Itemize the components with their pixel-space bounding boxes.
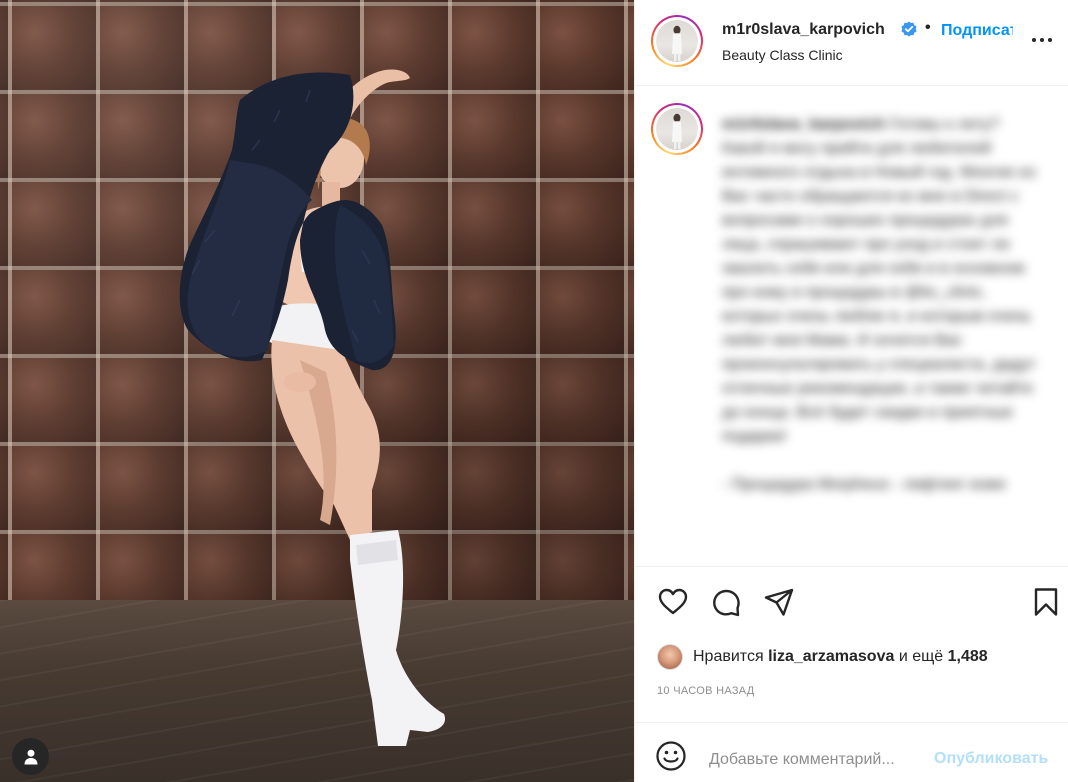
heart-icon[interactable] xyxy=(657,586,689,618)
post-timestamp[interactable]: 10 часов назад xyxy=(657,685,755,697)
avatar-figure xyxy=(672,113,682,149)
separator-dot: • xyxy=(925,19,931,36)
user-icon xyxy=(24,749,37,764)
likes-summary: Нравится liza_arzamasova и ещё 1,488 xyxy=(657,644,988,670)
author-username[interactable]: m1r0slava_karpovich xyxy=(722,21,885,39)
post-photo[interactable] xyxy=(0,0,634,782)
avatar-figure xyxy=(672,25,682,61)
follow-button[interactable]: Подписаться xyxy=(941,22,1013,40)
tagged-users-button[interactable] xyxy=(12,738,49,775)
post-location[interactable]: Beauty Class Clinic xyxy=(722,47,843,63)
caption-author-avatar[interactable] xyxy=(651,103,703,155)
caption-paragraph-2: - Процедура Morpheus - лифтинг кожи xyxy=(722,476,1006,493)
post-header: m1r0slava_karpovich • Подписаться Beauty… xyxy=(635,0,1068,86)
caption-text-blurred: m1r0slava_karpovich Готовы к лету? Какой… xyxy=(722,113,1044,521)
liker-avatar[interactable] xyxy=(657,644,683,670)
model-figure xyxy=(179,69,446,746)
liker-username[interactable]: liza_arzamasova xyxy=(768,648,894,666)
verified-badge-icon xyxy=(901,21,917,37)
bookmark-icon[interactable] xyxy=(1030,586,1062,618)
more-options-icon[interactable] xyxy=(1027,28,1057,52)
caption-username[interactable]: m1r0slava_karpovich xyxy=(722,116,885,133)
comment-input[interactable] xyxy=(709,743,931,777)
publish-button[interactable]: Опубликовать xyxy=(934,750,1048,768)
caption-section: m1r0slava_karpovich Готовы к лету? Какой… xyxy=(635,87,1068,567)
author-avatar[interactable] xyxy=(651,15,703,67)
action-bar xyxy=(635,582,1068,622)
likes-count[interactable]: 1,488 xyxy=(948,648,988,666)
post-details-panel: m1r0slava_karpovich • Подписаться Beauty… xyxy=(634,0,1068,782)
caption-paragraph-1: Готовы к лету? Какой я могу прийти для л… xyxy=(722,116,1036,445)
share-icon[interactable] xyxy=(763,586,795,618)
comment-bar: Опубликовать xyxy=(635,722,1068,782)
comment-icon[interactable] xyxy=(710,586,742,618)
likes-middle: и ещё xyxy=(898,648,944,665)
emoji-icon[interactable] xyxy=(655,740,687,772)
likes-prefix: Нравится xyxy=(693,648,764,665)
